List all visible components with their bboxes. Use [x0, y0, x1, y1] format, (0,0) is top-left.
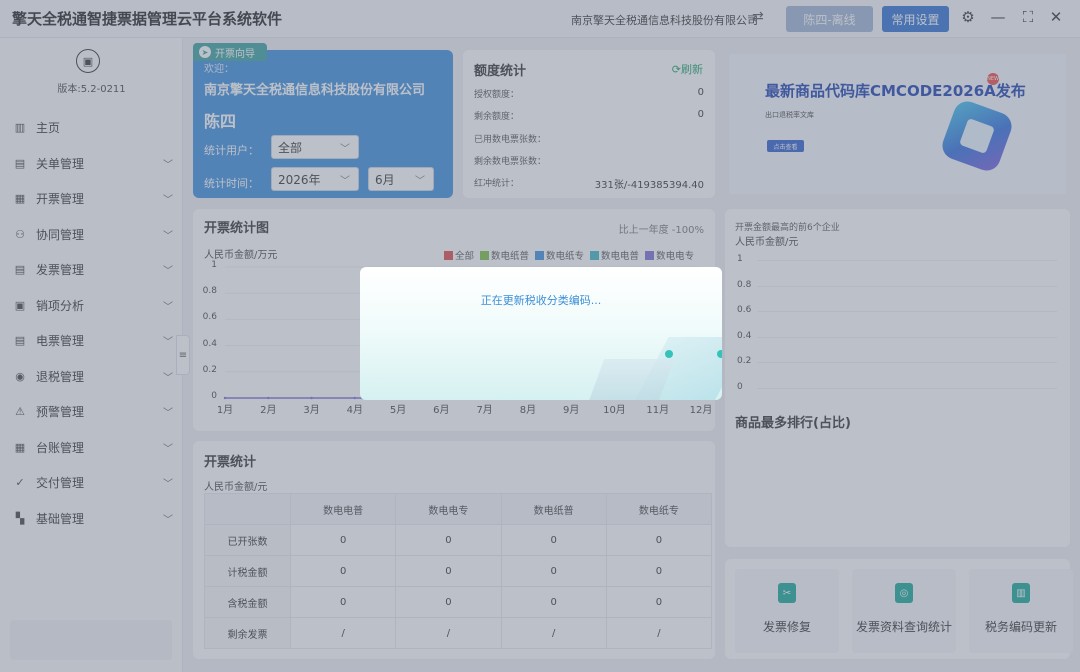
loading-dot [717, 350, 722, 358]
loading-dialog: 正在更新税收分类编码... [360, 267, 722, 400]
loading-dot [665, 350, 673, 358]
loading-message: 正在更新税收分类编码... [480, 294, 602, 307]
dialog-decoration [587, 359, 675, 400]
